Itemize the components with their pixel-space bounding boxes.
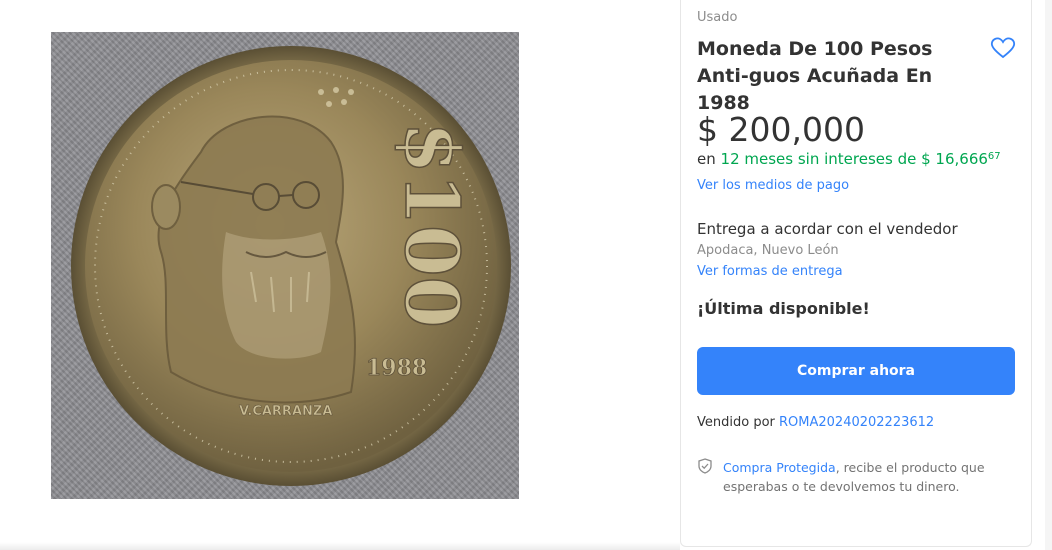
product-photo[interactable]: $100 1988 V.CARRANZA [51, 32, 519, 499]
installments-amount: $ 16,666 [921, 150, 988, 168]
purchase-protection: Compra Protegida, recibe el producto que… [723, 458, 1013, 496]
installments-months: 12 meses sin intereses de [720, 150, 917, 168]
installments: en 12 meses sin intereses de $ 16,66667 [697, 150, 1001, 168]
gallery-divider [0, 542, 680, 550]
installments-prefix: en [697, 150, 716, 168]
price: $ 200,000 [697, 110, 865, 149]
page-edge [1045, 0, 1052, 550]
seller-name-link[interactable]: ROMA20240202223612 [779, 415, 934, 430]
heart-outline-icon[interactable] [990, 36, 1016, 60]
payment-methods-link[interactable]: Ver los medios de pago [697, 178, 849, 193]
item-condition: Usado [697, 10, 738, 25]
coin-denomination: $100 [388, 122, 474, 328]
installments-cents: 67 [987, 151, 1001, 162]
image-gallery: $100 1988 V.CARRANZA [0, 0, 680, 550]
protection-link[interactable]: Compra Protegida [723, 460, 836, 475]
coin-year: 1988 [366, 355, 427, 381]
delivery-info: Entrega a acordar con el vendedor [697, 220, 958, 238]
seller-info: Vendido por ROMA20240202223612 [697, 415, 934, 430]
product-title: Moneda De 100 Pesos Anti-guos Acuñada En… [697, 38, 933, 114]
delivery-options-link[interactable]: Ver formas de entrega [697, 264, 843, 279]
stock-status: ¡Última disponible! [697, 299, 870, 318]
coin-image: $100 1988 V.CARRANZA [71, 46, 511, 486]
coin-name: V.CARRANZA [239, 404, 332, 419]
shield-check-icon [697, 458, 713, 474]
seller-prefix: Vendido por [697, 415, 775, 430]
buy-now-button[interactable]: Comprar ahora [697, 347, 1015, 395]
seller-location: Apodaca, Nuevo León [697, 243, 839, 258]
product-info-panel: Usado Moneda De 100 Pesos Anti-guos Acuñ… [680, 0, 1032, 547]
